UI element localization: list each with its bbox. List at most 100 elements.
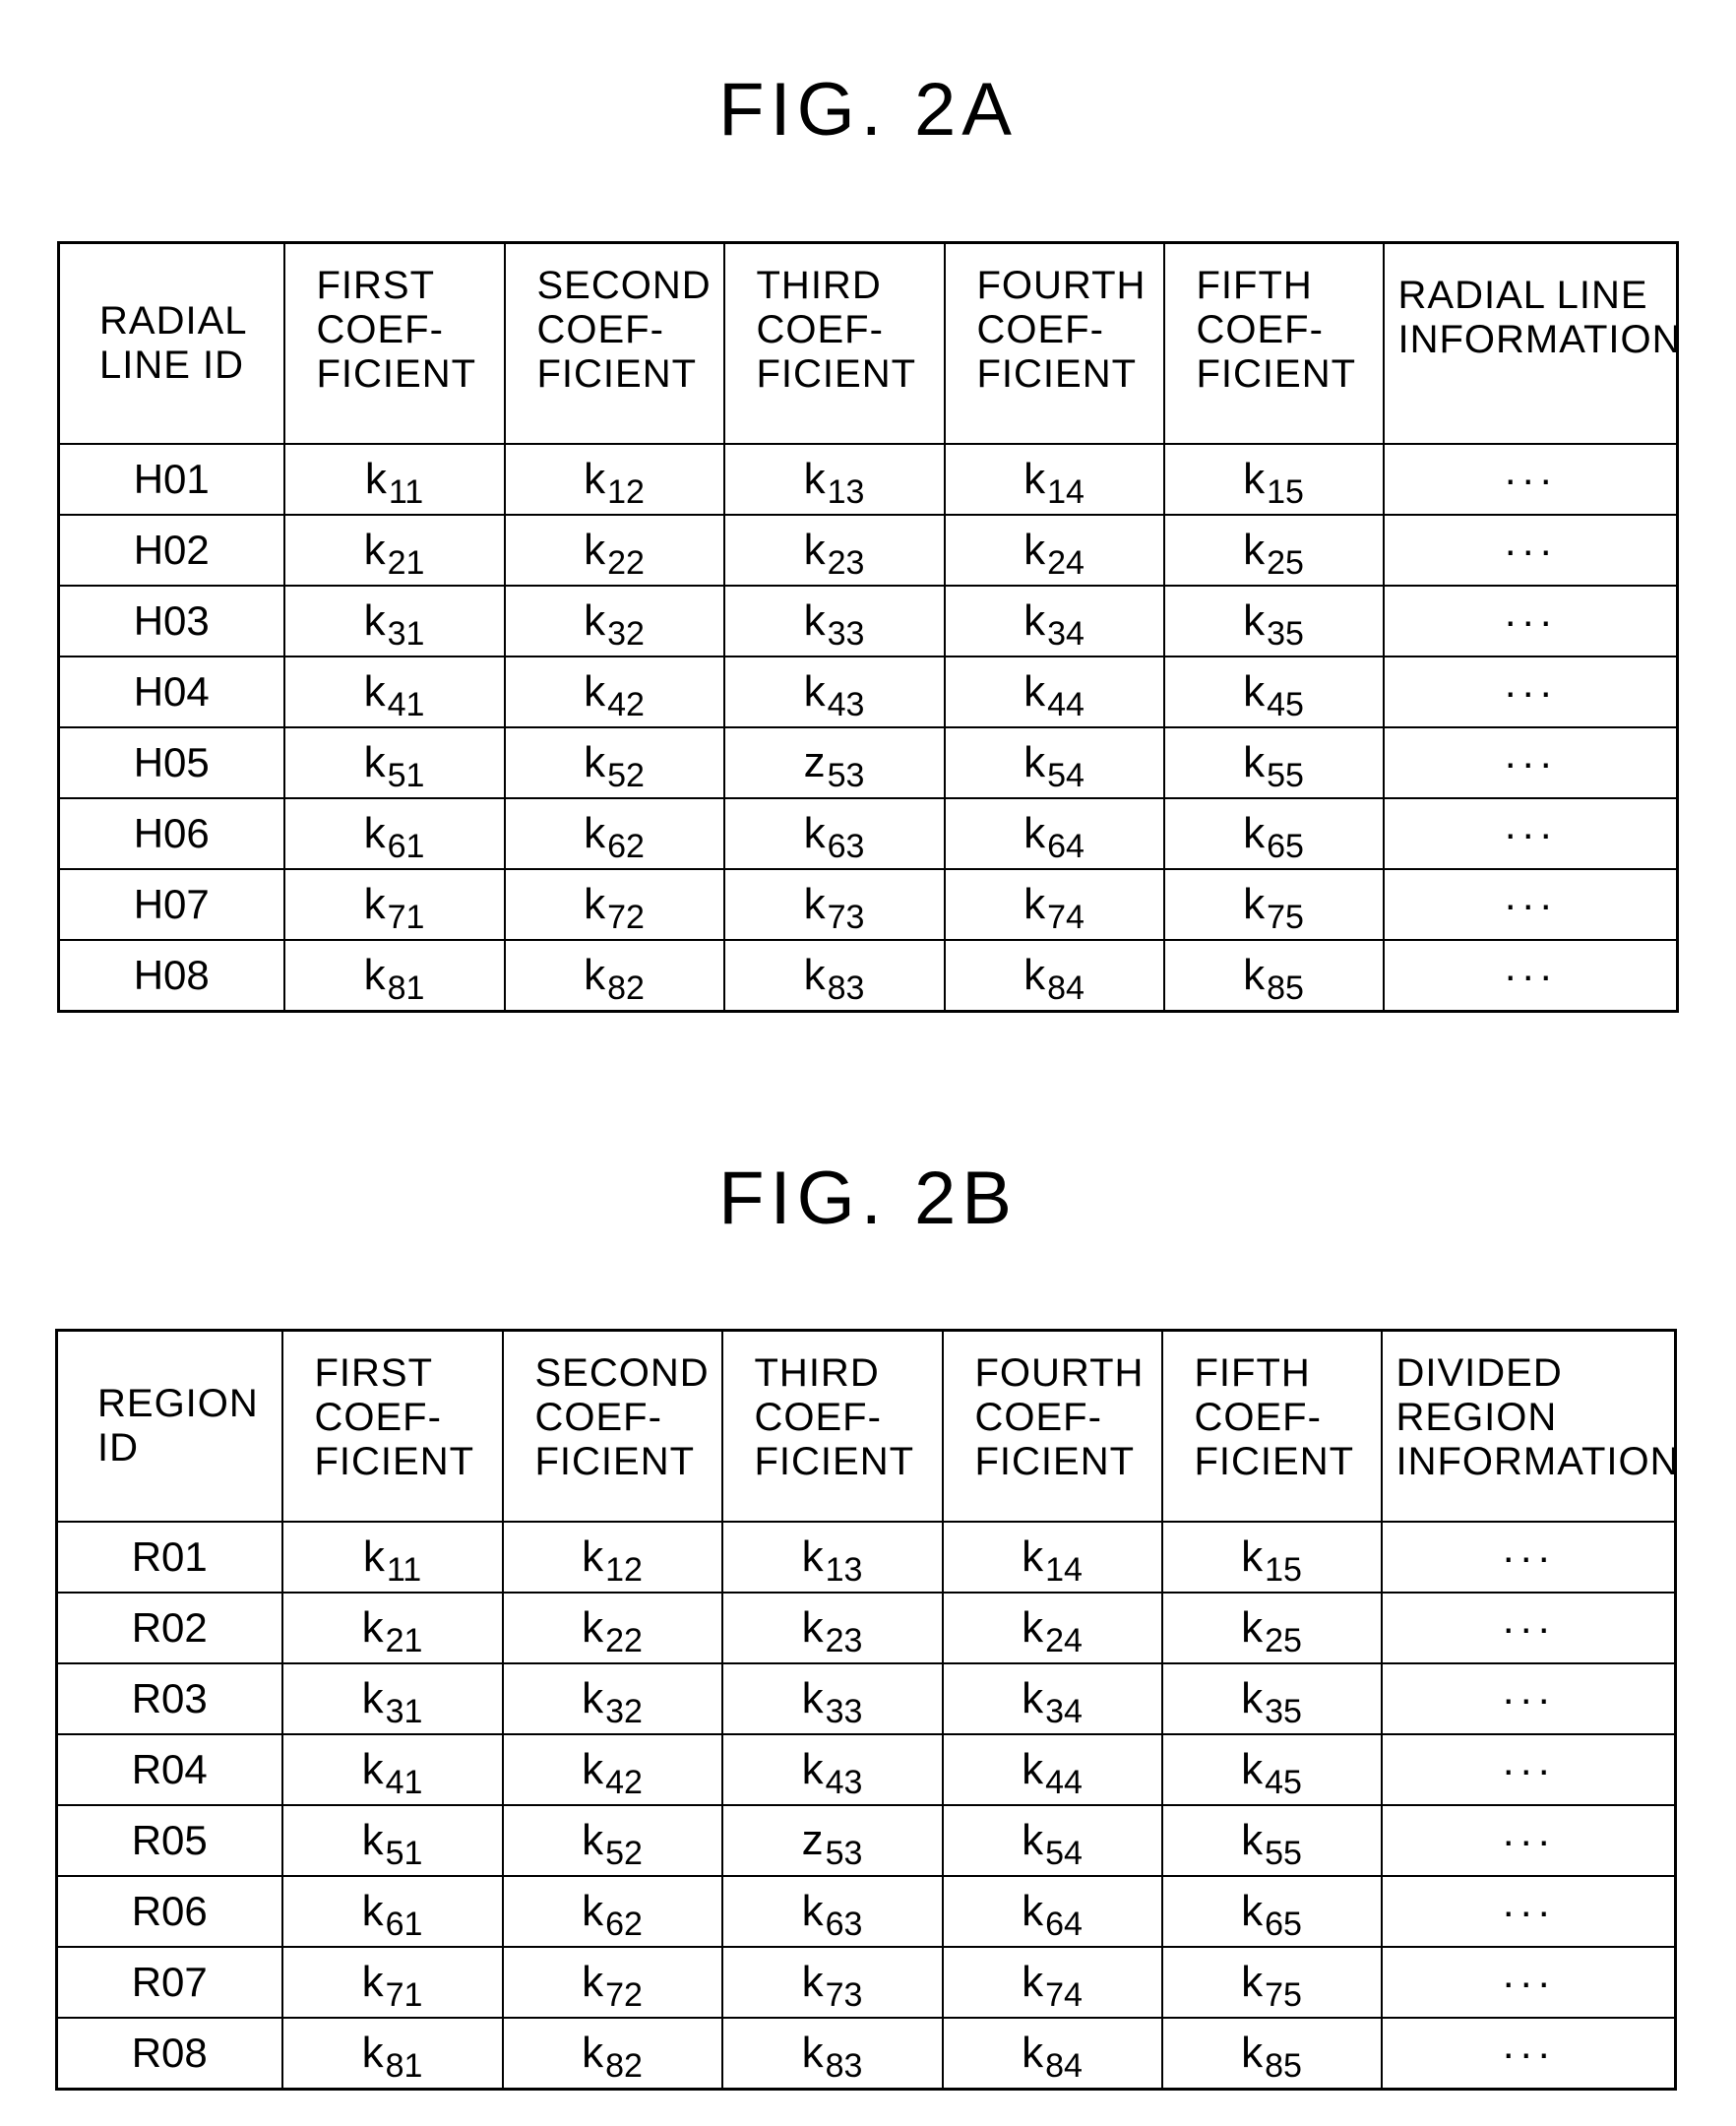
coefficient-symbol: k <box>584 809 606 857</box>
coefficient-symbol: k <box>1243 738 1266 786</box>
coefficient-subscript: 65 <box>1265 1906 1302 1943</box>
row-id-cell: R03 <box>55 1662 283 1735</box>
table-row: H02 k21 k22 k23 k24 k25 ··· <box>57 514 1679 587</box>
coefficient-cell: k63 <box>722 797 946 870</box>
coefficient-symbol: k <box>363 951 386 999</box>
coefficient-cell: k81 <box>282 939 506 1013</box>
coefficient-symbol: z <box>801 1816 824 1864</box>
coefficient-subscript: 62 <box>605 1906 643 1943</box>
coefficient-cell: k32 <box>503 585 725 657</box>
coefficient-subscript: 31 <box>385 1693 423 1730</box>
coefficient-symbol: k <box>361 1958 384 2006</box>
coefficient-cell: k55 <box>1160 1804 1383 1877</box>
coefficient-symbol: k <box>803 809 826 857</box>
coefficient-cell: k25 <box>1160 1592 1383 1664</box>
coefficient-symbol: k <box>1023 667 1046 716</box>
coefficient-cell: k13 <box>722 443 946 516</box>
coefficient-cell: k73 <box>722 868 946 941</box>
header-row: REGION ID FIRST COEF- FICIENT SECOND COEF- FICI… <box>55 1329 1679 1523</box>
coefficient-subscript: 43 <box>825 1764 863 1801</box>
coefficient-cell: k51 <box>282 726 506 799</box>
coefficient-cell: k72 <box>503 868 725 941</box>
table-row: R06 k61 k62 k63 k64 k65 ··· <box>55 1875 1677 1948</box>
coefficient-cell: k23 <box>722 514 946 587</box>
coefficient-cell: k31 <box>282 585 506 657</box>
table-row: R08 k81 k82 k83 k84 k85 ··· <box>55 2017 1677 2091</box>
coefficient-cell: k81 <box>280 2017 504 2091</box>
coefficient-cell: k25 <box>1162 514 1385 587</box>
coefficient-symbol: k <box>801 1887 824 1935</box>
coefficient-subscript: 15 <box>1267 473 1304 511</box>
coefficient-cell: k31 <box>280 1662 504 1735</box>
coefficient-cell: k41 <box>280 1733 504 1806</box>
coefficient-subscript: 53 <box>827 757 865 794</box>
coefficient-symbol: k <box>363 880 386 928</box>
row-id-cell: H05 <box>57 726 285 799</box>
coefficient-cell: k61 <box>282 797 506 870</box>
coefficient-cell: k61 <box>280 1875 504 1948</box>
coefficient-subscript: 53 <box>825 1835 863 1872</box>
coefficient-cell: k75 <box>1160 1946 1383 2019</box>
coefficient-symbol: k <box>361 1603 384 1652</box>
coefficient-cell: k64 <box>943 797 1165 870</box>
coefficient-subscript: 82 <box>605 2047 643 2085</box>
coefficient-subscript: 33 <box>825 1693 863 1730</box>
coefficient-symbol: k <box>801 1674 824 1722</box>
coefficient-symbol: k <box>803 951 826 999</box>
coefficient-subscript: 15 <box>1265 1551 1302 1589</box>
coefficient-symbol: k <box>801 1603 824 1652</box>
coefficient-subscript: 32 <box>605 1693 643 1730</box>
coefficient-subscript: 24 <box>1047 544 1085 582</box>
coefficient-subscript: 73 <box>825 1976 863 2014</box>
coefficient-subscript: 64 <box>1047 828 1085 865</box>
coefficient-symbol: k <box>1243 667 1266 716</box>
coefficient-subscript: 54 <box>1045 1835 1083 1872</box>
table-row: R04 k41 k42 k43 k44 k45 ··· <box>55 1733 1677 1806</box>
coefficient-cell: k84 <box>941 2017 1163 2091</box>
coefficient-cell: k41 <box>282 656 506 728</box>
coefficient-cell: k22 <box>501 1592 723 1664</box>
coefficient-column-header: FIFTH COEF- FICIENT <box>1162 241 1385 445</box>
coefficient-cell: k24 <box>941 1592 1163 1664</box>
coefficient-symbol: k <box>1022 1887 1044 1935</box>
coefficient-symbol: k <box>1243 951 1266 999</box>
information-column-header: RADIAL LINE INFORMATION <box>1382 241 1681 445</box>
coefficient-symbol: k <box>1022 1745 1044 1793</box>
coefficient-cell: k85 <box>1160 2017 1383 2091</box>
coefficient-cell: k62 <box>501 1875 723 1948</box>
coefficient-subscript: 41 <box>387 686 425 723</box>
row-id-cell: R08 <box>55 2017 283 2091</box>
row-id-cell: R05 <box>55 1804 283 1877</box>
coefficient-subscript: 55 <box>1265 1835 1302 1872</box>
coefficient-cell: k15 <box>1162 443 1385 516</box>
coefficient-cell: k24 <box>943 514 1165 587</box>
coefficient-subscript: 35 <box>1265 1693 1302 1730</box>
coefficient-symbol: k <box>363 667 386 716</box>
coefficient-subscript: 81 <box>387 969 425 1007</box>
coefficient-cell: k52 <box>503 726 725 799</box>
table-row: H04 k41 k42 k43 k44 k45 ··· <box>57 656 1679 728</box>
coefficient-symbol: k <box>801 1532 824 1581</box>
table-row: H06 k61 k62 k63 k64 k65 ··· <box>57 797 1679 870</box>
coefficient-symbol: k <box>1023 526 1046 574</box>
coefficient-symbol: k <box>1241 1674 1264 1722</box>
coefficient-column-header: FIFTH COEF- FICIENT <box>1160 1329 1383 1523</box>
information-cell: ··· <box>1382 726 1679 799</box>
information-cell: ··· <box>1380 1946 1677 2019</box>
coefficient-symbol: k <box>363 738 386 786</box>
coefficient-subscript: 42 <box>605 1764 643 1801</box>
coefficient-symbol: k <box>1023 596 1046 645</box>
information-cell: ··· <box>1380 1592 1677 1664</box>
coefficient-subscript: 51 <box>387 757 425 794</box>
coefficient-symbol: k <box>1241 1816 1264 1864</box>
coefficient-cell: k83 <box>720 2017 944 2091</box>
region-coefficient-table: REGION ID FIRST COEF- FICIENT SECOND COEF- FICI… <box>55 1329 1679 2091</box>
information-cell: ··· <box>1382 797 1679 870</box>
coefficient-subscript: 25 <box>1265 1622 1302 1659</box>
table-row: H01 k11 k12 k13 k14 k15 ··· <box>57 443 1679 516</box>
coefficient-symbol: k <box>582 1958 604 2006</box>
coefficient-symbol: k <box>1241 1887 1264 1935</box>
coefficient-cell: k62 <box>503 797 725 870</box>
coefficient-subscript: 55 <box>1267 757 1304 794</box>
coefficient-cell: k33 <box>720 1662 944 1735</box>
